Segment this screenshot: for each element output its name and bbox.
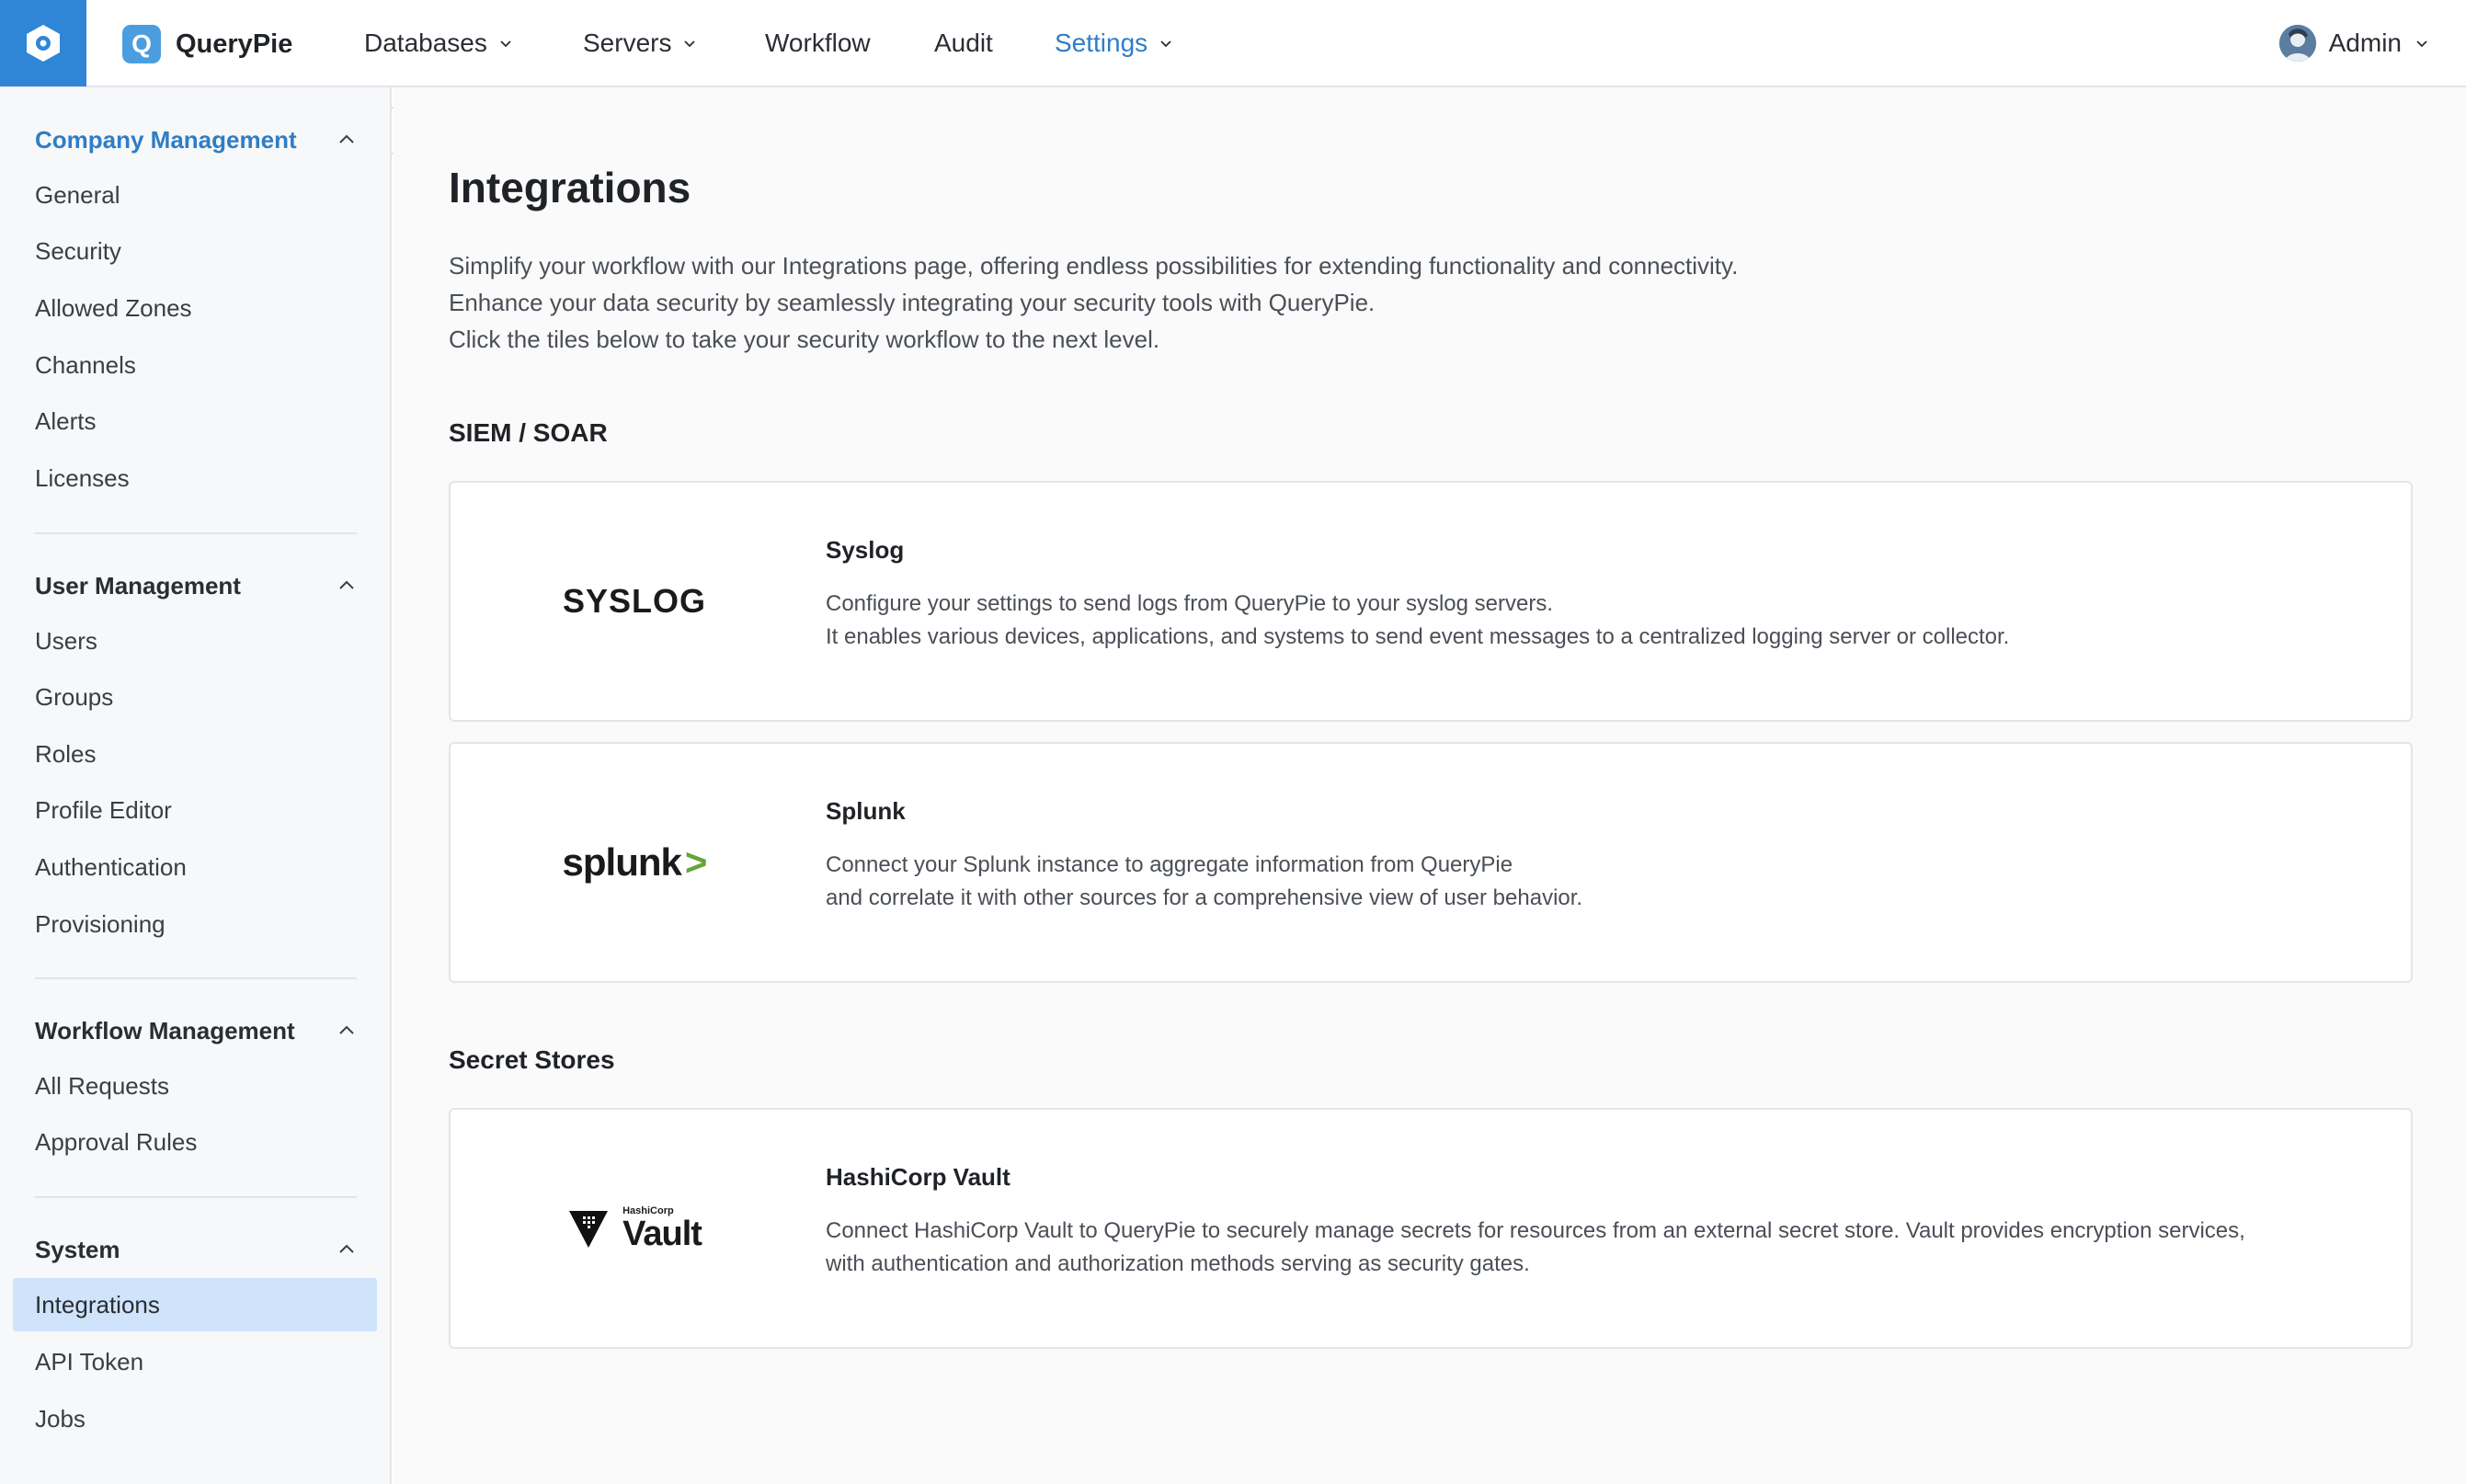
sidebar-item-general[interactable]: General: [35, 177, 120, 213]
integration-card-splunk[interactable]: splunk > Splunk Connect your Splunk insta…: [449, 742, 2413, 983]
hashicorp-vault-logo: HashiCorp Vault: [487, 1110, 782, 1347]
sidebar-item-channels[interactable]: Channels: [35, 347, 136, 383]
sidebar-divider: [35, 1196, 357, 1198]
chevron-up-icon: [339, 134, 354, 143]
integration-card-hashicorp-vault[interactable]: HashiCorp Vault HashiCorp Vault Connect …: [449, 1108, 2413, 1349]
nav-label: Audit: [934, 29, 993, 57]
sidebar-item-all-requests[interactable]: All Requests: [35, 1067, 169, 1104]
vault-triangle-icon: [569, 1211, 609, 1248]
nav-label: Databases: [364, 29, 487, 57]
sidebar-item-authentication[interactable]: Authentication: [35, 849, 187, 885]
sidebar-divider: [35, 977, 357, 979]
chevron-down-icon: [2416, 40, 2427, 48]
nav-databases[interactable]: Databases: [364, 24, 513, 63]
app-logo-icon: Q: [122, 25, 161, 63]
chevron-up-icon: [339, 1244, 354, 1253]
chevron-down-icon: [500, 40, 511, 48]
integration-card-syslog[interactable]: SYSLOG Syslog Configure your settings to…: [449, 481, 2413, 722]
sidebar-group-title: Workflow Management: [35, 1016, 295, 1045]
sidebar-item-security[interactable]: Security: [35, 233, 121, 269]
sidebar-item-roles[interactable]: Roles: [35, 736, 96, 772]
sidebar-item-profile-editor[interactable]: Profile Editor: [35, 792, 172, 828]
sidebar-group-title: System: [35, 1235, 120, 1263]
page-title: Integrations: [449, 164, 691, 211]
chevron-down-icon: [684, 40, 696, 48]
chevron-up-icon: [339, 1025, 354, 1034]
user-name: Admin: [2328, 29, 2402, 57]
page-description-line: Enhance your data security by seamlessly…: [449, 289, 1376, 316]
nav-label: Servers: [583, 29, 672, 57]
sidebar-item-integrations[interactable]: Integrations: [13, 1278, 377, 1331]
chevron-up-icon: [339, 580, 354, 589]
sidebar-divider: [35, 532, 357, 534]
page-description-line: Simplify your workflow with our Integrat…: [449, 252, 1739, 280]
card-description-line: It enables various devices, applications…: [826, 624, 2010, 649]
sidebar-item-provisioning[interactable]: Provisioning: [35, 906, 166, 942]
section-title-siem-soar: SIEM / SOAR: [449, 418, 608, 447]
home-logo-button[interactable]: [0, 0, 86, 86]
sidebar-item-licenses[interactable]: Licenses: [35, 460, 130, 497]
sidebar-item-users[interactable]: Users: [35, 622, 97, 659]
card-title: Splunk: [826, 797, 906, 825]
sidebar-group-workflow-management[interactable]: Workflow Management: [35, 1012, 357, 1049]
nav-audit[interactable]: Audit: [934, 24, 993, 63]
top-navigation-bar: Q QueryPie Databases Servers Workflow Au…: [0, 0, 2466, 87]
card-description-line: with authentication and authorization me…: [826, 1251, 1530, 1276]
splunk-logo: splunk >: [562, 840, 708, 884]
sidebar-item-approval-rules[interactable]: Approval Rules: [35, 1124, 197, 1160]
card-description-line: Connect your Splunk instance to aggregat…: [826, 852, 1513, 877]
sidebar-group-company-management[interactable]: Company Management: [35, 121, 357, 158]
nav-workflow[interactable]: Workflow: [765, 24, 871, 63]
card-description-line: and correlate it with other sources for …: [826, 885, 1583, 910]
page-description-line: Click the tiles below to take your secur…: [449, 325, 1160, 353]
sidebar-item-groups[interactable]: Groups: [35, 679, 113, 715]
sidebar-item-api-token[interactable]: API Token: [35, 1343, 143, 1380]
sidebar-group-system[interactable]: System: [35, 1231, 357, 1268]
nav-servers[interactable]: Servers: [583, 24, 697, 63]
section-title-secret-stores: Secret Stores: [449, 1045, 615, 1074]
nav-label: Settings: [1055, 29, 1148, 57]
card-title: HashiCorp Vault: [826, 1163, 1010, 1191]
sidebar-item-jobs[interactable]: Jobs: [35, 1400, 86, 1437]
sidebar-item-alerts[interactable]: Alerts: [35, 403, 96, 439]
main-content: Integrations Simplify your workflow with…: [394, 87, 2466, 1484]
card-description-line: Connect HashiCorp Vault to QueryPie to s…: [826, 1218, 2245, 1243]
nav-settings[interactable]: Settings: [1055, 24, 1173, 63]
chevron-down-icon: [1160, 40, 1171, 48]
card-title: Syslog: [826, 536, 905, 564]
card-description-line: Configure your settings to send logs fro…: [826, 591, 1554, 616]
syslog-logo: SYSLOG: [562, 582, 707, 620]
sidebar-group-user-management[interactable]: User Management: [35, 567, 357, 604]
app-name: QueryPie: [176, 29, 293, 59]
user-menu[interactable]: Admin: [2278, 22, 2429, 64]
avatar: [2278, 25, 2316, 62]
nav-label: Workflow: [765, 29, 871, 57]
sidebar-group-title: User Management: [35, 571, 241, 599]
sidebar-group-title: Company Management: [35, 125, 297, 154]
settings-sidebar: Company Management General Security Allo…: [0, 87, 392, 1484]
querypie-brand-icon: [27, 25, 60, 62]
sidebar-item-allowed-zones[interactable]: Allowed Zones: [35, 290, 192, 326]
